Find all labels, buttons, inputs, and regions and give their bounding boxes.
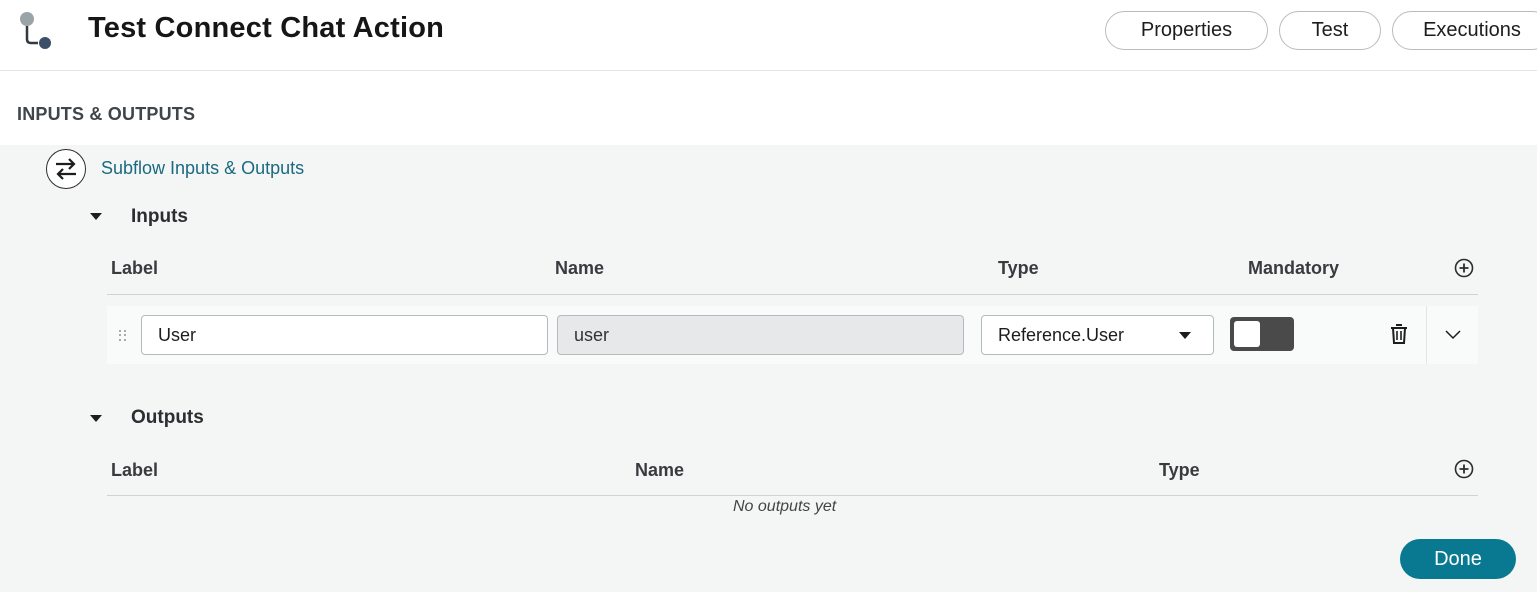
dropdown-caret-icon	[1179, 331, 1191, 339]
inputs-col-name: Name	[555, 258, 605, 278]
outputs-title: Outputs	[131, 407, 204, 428]
input-label-field[interactable]: User	[141, 315, 548, 355]
header-bar: Test Connect Chat Action Properties Test…	[0, 0, 1537, 71]
outputs-collapse-caret-icon[interactable]	[90, 415, 102, 422]
input-type-value: Reference.User	[998, 324, 1125, 345]
inputs-outputs-panel	[0, 145, 1537, 595]
input-name-field: user	[557, 315, 964, 355]
drag-handle-icon[interactable]	[119, 330, 127, 341]
inputs-collapse-caret-icon[interactable]	[90, 213, 102, 220]
inputs-col-type: Type	[998, 258, 1039, 278]
row-divider	[1426, 306, 1427, 364]
done-button[interactable]: Done	[1400, 539, 1516, 579]
input-type-select[interactable]: Reference.User	[981, 315, 1214, 355]
add-output-icon[interactable]	[1454, 459, 1474, 479]
swap-arrows-icon	[46, 149, 86, 189]
page-title: Test Connect Chat Action	[88, 12, 445, 44]
toggle-knob	[1234, 321, 1260, 347]
chevron-down-icon[interactable]	[1444, 326, 1462, 342]
subflow-inputs-outputs-link[interactable]: Subflow Inputs & Outputs	[101, 158, 304, 179]
inputs-col-mandatory: Mandatory	[1248, 258, 1340, 278]
outputs-header-divider	[107, 495, 1478, 496]
outputs-col-label: Label	[111, 460, 159, 480]
section-title: INPUTS & OUTPUTS	[17, 104, 196, 124]
inputs-col-label: Label	[111, 258, 159, 278]
tab-properties[interactable]: Properties	[1105, 11, 1268, 50]
outputs-col-name: Name	[635, 460, 685, 480]
inputs-title: Inputs	[131, 206, 188, 227]
add-input-icon[interactable]	[1454, 258, 1474, 278]
tab-executions[interactable]: Executions	[1392, 11, 1537, 50]
mandatory-toggle[interactable]	[1230, 317, 1294, 351]
panel-footer-strip	[0, 592, 1537, 603]
trash-icon[interactable]	[1389, 323, 1409, 345]
inputs-header-divider	[107, 294, 1478, 295]
subflow-logo-icon	[20, 12, 51, 49]
tab-test[interactable]: Test	[1279, 11, 1381, 50]
outputs-col-type: Type	[1159, 460, 1200, 480]
outputs-empty-message: No outputs yet	[733, 498, 837, 515]
